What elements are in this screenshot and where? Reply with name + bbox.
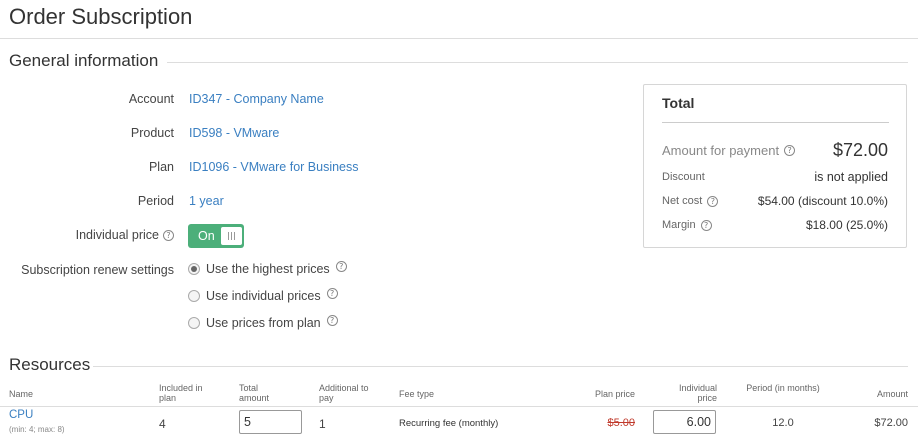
renew-option-individual[interactable]: Use individual prices ? bbox=[188, 287, 338, 303]
total-amount-input[interactable] bbox=[239, 410, 302, 434]
column-header-included: Included in plan bbox=[159, 383, 203, 403]
margin-row: Margin? $18.00 (25.0%) bbox=[662, 218, 888, 232]
column-header-total: Total amount bbox=[239, 383, 270, 403]
account-link[interactable]: ID347 - Company Name bbox=[189, 92, 324, 106]
fee-type-value: Recurring fee (monthly) bbox=[399, 418, 499, 429]
resource-name-link[interactable]: CPU bbox=[9, 409, 33, 421]
radio-unchecked[interactable] bbox=[188, 317, 200, 329]
column-header-additional: Additional to pay bbox=[319, 383, 369, 403]
product-link[interactable]: ID598 - VMware bbox=[189, 126, 279, 140]
discount-label: Discount bbox=[662, 171, 705, 183]
net-cost-row: Net cost? $54.00 (discount 10.0%) bbox=[662, 194, 888, 208]
renew-option-plan[interactable]: Use prices from plan ? bbox=[188, 314, 338, 330]
additional-to-pay-value: 1 bbox=[319, 417, 326, 431]
discount-value: is not applied bbox=[814, 170, 888, 184]
toggle-knob bbox=[221, 227, 242, 245]
total-divider bbox=[662, 122, 889, 123]
product-label: Product bbox=[130, 126, 174, 140]
title-divider bbox=[0, 38, 918, 39]
period-months-value: 12.0 bbox=[772, 417, 794, 429]
renew-option-label: Use individual prices bbox=[206, 289, 321, 303]
amount-for-payment-value: $72.00 bbox=[832, 140, 888, 160]
period-link[interactable]: 1 year bbox=[189, 194, 224, 208]
account-label: Account bbox=[128, 92, 174, 106]
subscription-renew-label: Subscription renew settings bbox=[21, 263, 174, 277]
radio-unchecked[interactable] bbox=[188, 290, 200, 302]
resource-limits: (min: 4; max: 8) bbox=[9, 425, 65, 434]
renew-option-highest[interactable]: Use the highest prices ? bbox=[188, 260, 347, 276]
general-information-heading: General information bbox=[9, 51, 159, 70]
discount-row: Discount is not applied bbox=[662, 170, 888, 184]
help-icon[interactable]: ? bbox=[326, 314, 338, 326]
help-icon[interactable]: ? bbox=[163, 229, 174, 241]
toggle-state-label: On bbox=[198, 229, 215, 243]
resources-divider bbox=[93, 366, 908, 367]
individual-price-label: Individual price ? bbox=[76, 228, 174, 242]
net-cost-value: $54.00 (discount 10.0%) bbox=[757, 194, 888, 208]
plan-price-value: $5.00 bbox=[607, 417, 635, 429]
column-header-fee-type: Fee type bbox=[399, 389, 435, 399]
radio-checked[interactable] bbox=[188, 263, 200, 275]
help-icon[interactable]: ? bbox=[707, 195, 719, 207]
period-label: Period bbox=[137, 194, 174, 208]
column-header-plan-price: Plan price bbox=[594, 389, 635, 399]
plan-label: Plan bbox=[148, 160, 174, 174]
margin-value: $18.00 (25.0%) bbox=[805, 218, 888, 232]
individual-price-toggle[interactable]: On bbox=[188, 224, 244, 248]
column-header-period: Period (in months) bbox=[746, 383, 820, 393]
resources-heading: Resources bbox=[9, 355, 91, 374]
margin-label: Margin bbox=[662, 219, 696, 231]
column-header-amount: Amount bbox=[876, 389, 908, 399]
help-icon[interactable]: ? bbox=[700, 219, 712, 231]
help-icon[interactable]: ? bbox=[784, 145, 796, 156]
renew-option-label: Use the highest prices bbox=[206, 262, 330, 276]
amount-for-payment-row: Amount for payment? $72.00 bbox=[662, 140, 888, 161]
individual-price-input[interactable] bbox=[653, 410, 716, 434]
total-title: Total bbox=[662, 95, 695, 111]
plan-link[interactable]: ID1096 - VMware for Business bbox=[189, 160, 359, 174]
renew-option-label: Use prices from plan bbox=[206, 316, 321, 330]
help-icon[interactable]: ? bbox=[326, 287, 338, 299]
included-in-plan-value: 4 bbox=[159, 417, 166, 431]
amount-value: $72.00 bbox=[874, 417, 908, 429]
column-header-individual-price: Individual price bbox=[678, 383, 717, 403]
general-information-divider bbox=[167, 62, 908, 63]
help-icon[interactable]: ? bbox=[335, 260, 347, 272]
column-header-name: Name bbox=[9, 389, 34, 399]
net-cost-label: Net cost bbox=[662, 195, 703, 207]
page-title: Order Subscription bbox=[9, 4, 193, 29]
table-header-divider bbox=[0, 406, 918, 407]
total-panel: Total Amount for payment? $72.00 Discoun… bbox=[643, 84, 907, 248]
amount-for-payment-label: Amount for payment bbox=[662, 143, 780, 158]
